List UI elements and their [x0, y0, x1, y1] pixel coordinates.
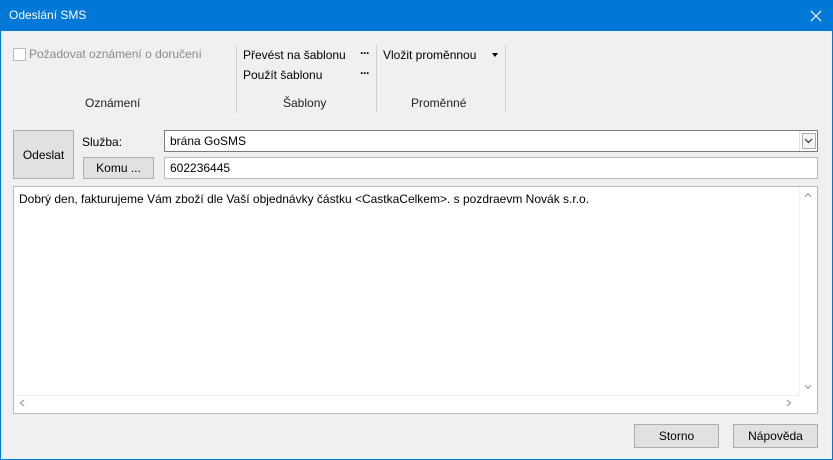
group-label-templates: Šablony	[283, 96, 327, 110]
delivery-report-checkbox[interactable]	[13, 48, 26, 61]
service-value: brána GoSMS	[170, 134, 247, 148]
group-separator	[236, 45, 237, 113]
message-text: Dobrý den, fakturujeme Vám zboží dle Vaš…	[19, 192, 590, 206]
scroll-left-icon[interactable]	[19, 399, 25, 410]
send-button[interactable]: Odeslat	[13, 130, 74, 179]
convert-to-template-button[interactable]: Převést na šablonu	[243, 48, 346, 62]
use-template-button[interactable]: Použít šablonu	[243, 68, 322, 82]
service-combobox[interactable]: brána GoSMS	[164, 130, 818, 152]
title-bar: Odeslání SMS	[0, 0, 833, 31]
group-label-notifications: Oznámení	[85, 96, 141, 110]
recipient-input[interactable]: 602236445	[164, 157, 818, 179]
more-dots-icon[interactable]: ···	[360, 66, 370, 80]
more-dots-icon[interactable]: ···	[360, 46, 370, 60]
cancel-button[interactable]: Storno	[634, 424, 719, 448]
recipient-value: 602236445	[170, 161, 231, 175]
group-label-variables: Proměnné	[411, 96, 467, 110]
vertical-scrollbar[interactable]	[799, 187, 817, 397]
group-separator	[505, 45, 506, 113]
help-button[interactable]: Nápověda	[733, 424, 818, 448]
chevron-down-icon	[804, 138, 813, 144]
service-label: Služba:	[82, 135, 123, 149]
insert-variable-button[interactable]: Vložit proměnnou	[383, 48, 476, 62]
delivery-report-label: Požadovat oznámení o doručení	[29, 47, 202, 61]
caret-down-icon	[492, 53, 498, 57]
window-title: Odeslání SMS	[9, 8, 87, 22]
message-textarea[interactable]: Dobrý den, fakturujeme Vám zboží dle Vaš…	[13, 186, 818, 414]
close-icon	[810, 10, 822, 21]
close-button[interactable]	[799, 0, 833, 31]
scroll-down-icon[interactable]	[804, 382, 812, 393]
scroll-right-icon[interactable]	[786, 399, 792, 410]
horizontal-scrollbar[interactable]	[14, 395, 800, 413]
service-dropdown-button[interactable]	[799, 131, 817, 151]
recipient-button[interactable]: Komu ...	[83, 157, 154, 179]
group-separator	[376, 45, 377, 113]
scroll-up-icon[interactable]	[804, 190, 812, 201]
